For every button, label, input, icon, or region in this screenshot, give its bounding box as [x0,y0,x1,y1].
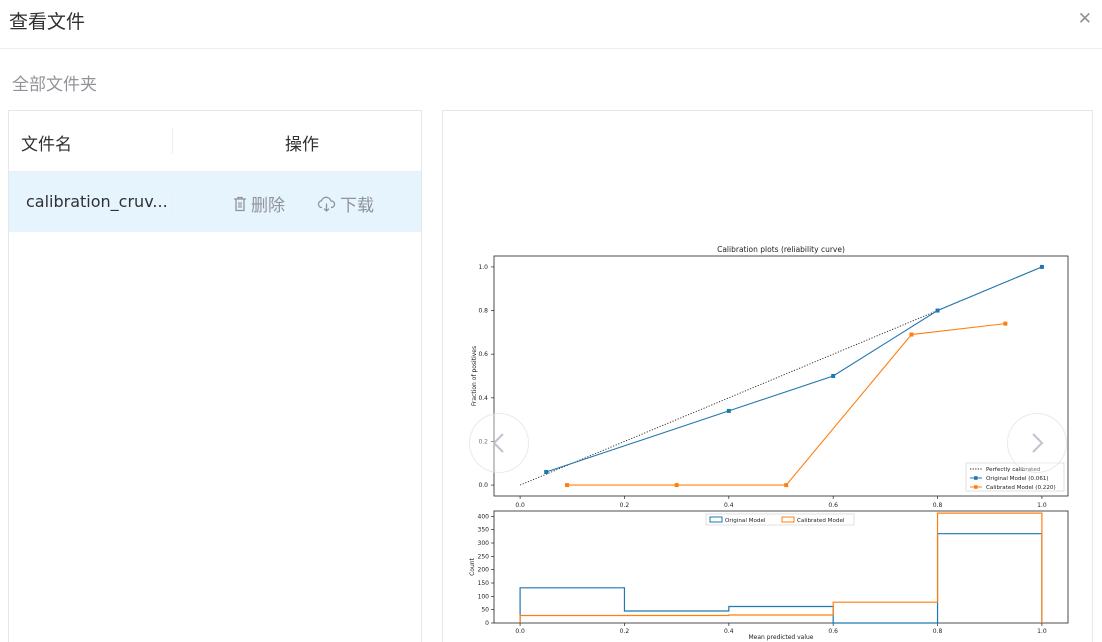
y-tick-label: 0.4 [478,395,488,402]
previous-button[interactable] [469,413,529,473]
data-point [1039,264,1044,269]
y-tick-label: 1.0 [478,264,488,271]
download-label: 下载 [340,196,374,216]
dialog-title: 查看文件 [9,11,86,33]
download-button[interactable]: 下载 [317,191,374,216]
x-axis-label: Mean predicted value [748,634,813,641]
y-tick-label: 0.0 [478,482,488,489]
y-tick-label: 400 [478,513,490,520]
next-button[interactable] [1007,413,1067,473]
data-point [565,483,570,488]
series-line-2 [567,323,1006,486]
y-tick-label: 200 [478,567,490,574]
x-tick-label: 0.2 [620,628,630,635]
series-line-1 [546,266,1043,473]
legend-marker [974,485,978,489]
table-row[interactable]: calibration_cruv... 删除 下载 [9,172,421,232]
y-axis-label: Count [469,557,476,575]
x-tick-label: 0.4 [724,502,734,509]
y-tick-label: 350 [478,527,490,534]
x-tick-label: 0.0 [515,628,525,635]
data-point [674,483,679,488]
y-tick-label: 0.8 [478,308,488,315]
y-tick-label: 0.6 [478,351,488,358]
breadcrumb[interactable]: 全部文件夹 [12,70,97,95]
legend-marker [974,476,978,480]
chart-title: Calibration plots (reliability curve) [717,245,845,254]
file-name-cell[interactable]: calibration_cruv... [26,192,166,211]
x-tick-label: 1.0 [1037,502,1047,509]
y-tick-label: 150 [478,580,490,587]
histogram-step-0 [519,533,1043,624]
x-tick-label: 0.8 [933,628,943,635]
delete-button[interactable]: 删除 [233,191,285,216]
y-tick-label: 100 [478,593,490,600]
data-point [784,483,789,488]
x-tick-label: 0.6 [828,628,838,635]
x-tick-label: 0.8 [933,502,943,509]
data-point [726,408,731,413]
legend-label: Calibrated Model (0.220) [986,485,1056,491]
column-header-name: 文件名 [21,135,72,155]
file-preview: Calibration plots (reliability curve) Fra… [442,110,1093,642]
column-divider [172,128,173,154]
x-tick-label: 1.0 [1037,628,1047,635]
x-tick-label: 0.6 [828,502,838,509]
legend-label: Original Model (0.061) [986,476,1049,482]
x-tick-label: 0.4 [724,628,734,635]
legend-label: Original Model [725,518,766,524]
column-header-actions: 操作 [285,135,319,155]
data-point [909,332,914,337]
column-divider [172,189,173,217]
calibration-chart-image: Calibration plots (reliability curve) Fra… [469,245,1069,641]
chevron-right-icon [1032,433,1044,453]
y-tick-label: 250 [478,553,490,560]
data-point [831,374,836,378]
close-icon[interactable]: ✕ [1078,9,1092,29]
legend-label: Calibrated Model [797,518,845,524]
cloud-download-icon [317,196,336,212]
table-header: 文件名 操作 [9,111,421,172]
file-table: 文件名 操作 calibration_cruv... 删除 下载 [8,110,422,642]
y-axis-label: Fraction of positives [471,346,478,406]
chevron-left-icon [492,433,504,453]
dialog-header: 查看文件 ✕ [0,0,1102,49]
trash-icon [234,196,246,211]
x-tick-label: 0.2 [620,502,630,509]
data-point [935,308,940,313]
x-tick-label: 0.0 [515,502,525,509]
data-point [1003,321,1008,326]
y-tick-label: 0 [485,620,489,627]
delete-label: 删除 [251,196,285,216]
data-point [544,470,549,474]
y-tick-label: 50 [481,607,489,614]
y-tick-label: 300 [478,540,490,547]
